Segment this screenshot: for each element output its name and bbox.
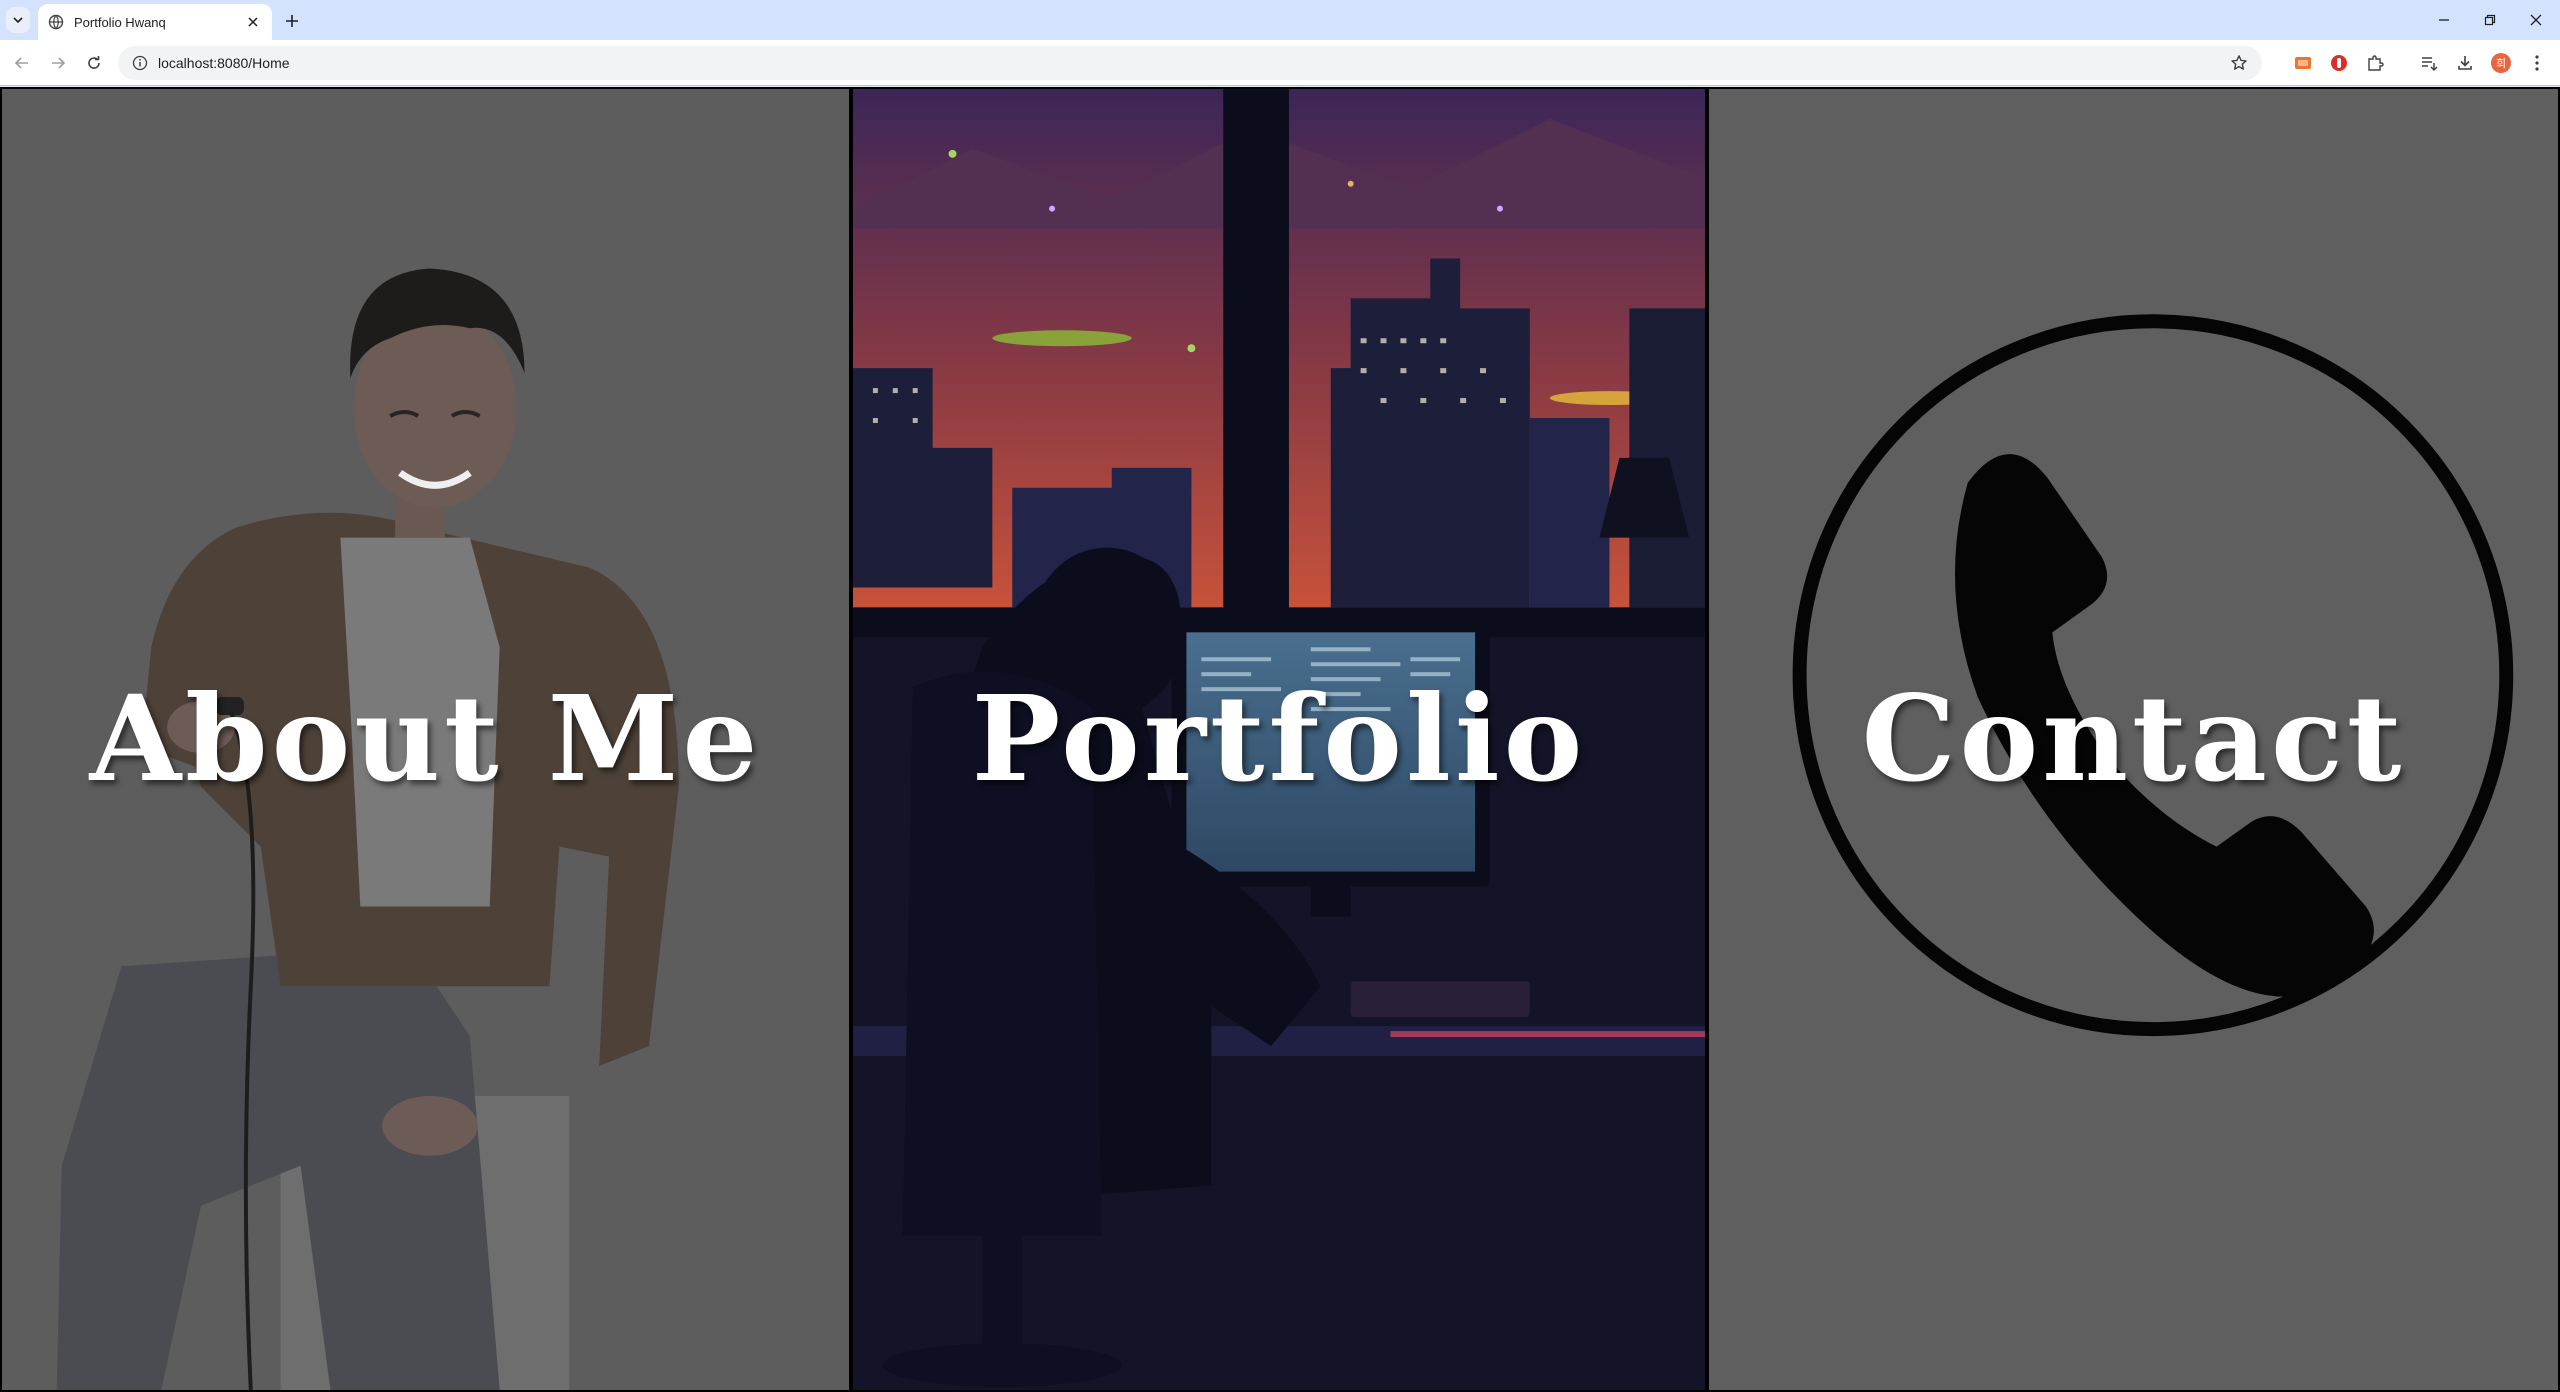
browser-toolbar: localhost:8080/Home 희 bbox=[0, 40, 2560, 86]
close-icon bbox=[248, 17, 258, 27]
chevron-down-icon bbox=[13, 17, 23, 24]
minimize-button[interactable] bbox=[2432, 8, 2456, 32]
kebab-menu-icon bbox=[2535, 55, 2539, 71]
close-window-button[interactable] bbox=[2524, 8, 2548, 32]
reading-list-icon bbox=[2422, 57, 2438, 71]
extensions-menu-button[interactable] bbox=[2365, 53, 2385, 73]
portfolio-label: Portfolio bbox=[971, 669, 1587, 808]
info-icon bbox=[132, 55, 148, 71]
reload-icon bbox=[88, 56, 100, 69]
close-window-icon bbox=[2530, 14, 2542, 26]
avatar: 희 bbox=[2491, 53, 2511, 73]
extension-button[interactable] bbox=[2329, 53, 2349, 73]
contact-label: Contact bbox=[1861, 669, 2406, 808]
forward-arrow-icon bbox=[52, 57, 66, 69]
star-icon[interactable] bbox=[2230, 54, 2248, 72]
active-tab[interactable]: Portfolio Hwanq bbox=[38, 4, 272, 40]
globe-icon bbox=[48, 14, 64, 30]
extension-orange-icon bbox=[2295, 57, 2311, 69]
minimize-icon bbox=[2439, 19, 2449, 21]
contact-panel[interactable]: Contact bbox=[1707, 87, 2560, 1392]
plus-icon bbox=[286, 15, 298, 27]
home-page: About Me Portfolio Contact bbox=[0, 87, 2560, 1392]
download-icon bbox=[2458, 56, 2472, 70]
extension-button[interactable] bbox=[2293, 53, 2313, 73]
tab-search-button[interactable] bbox=[6, 7, 30, 33]
profile-button[interactable]: 희 bbox=[2491, 53, 2511, 73]
avatar-initials: 희 bbox=[2495, 58, 2507, 70]
downloads-button[interactable] bbox=[2455, 53, 2475, 73]
reading-list-button[interactable] bbox=[2419, 53, 2439, 73]
about-me-label: About Me bbox=[89, 669, 762, 808]
back-button[interactable] bbox=[10, 51, 34, 75]
new-tab-button[interactable] bbox=[280, 9, 304, 33]
restore-icon bbox=[2484, 14, 2496, 26]
puzzle-icon bbox=[2368, 55, 2384, 71]
back-arrow-icon bbox=[14, 57, 28, 69]
tab-title: Portfolio Hwanq bbox=[74, 14, 166, 30]
address-bar[interactable]: localhost:8080/Home bbox=[118, 46, 2262, 80]
forward-button[interactable] bbox=[46, 51, 70, 75]
reload-button[interactable] bbox=[82, 51, 106, 75]
about-me-panel[interactable]: About Me bbox=[0, 87, 851, 1392]
tab-close-button[interactable] bbox=[244, 13, 262, 31]
url-text: localhost:8080/Home bbox=[158, 55, 290, 71]
tab-strip: Portfolio Hwanq bbox=[0, 0, 2560, 40]
extension-red-icon bbox=[2331, 55, 2347, 71]
portfolio-panel[interactable]: Portfolio bbox=[851, 87, 1707, 1392]
browser-menu-button[interactable] bbox=[2527, 53, 2547, 73]
restore-button[interactable] bbox=[2478, 8, 2502, 32]
